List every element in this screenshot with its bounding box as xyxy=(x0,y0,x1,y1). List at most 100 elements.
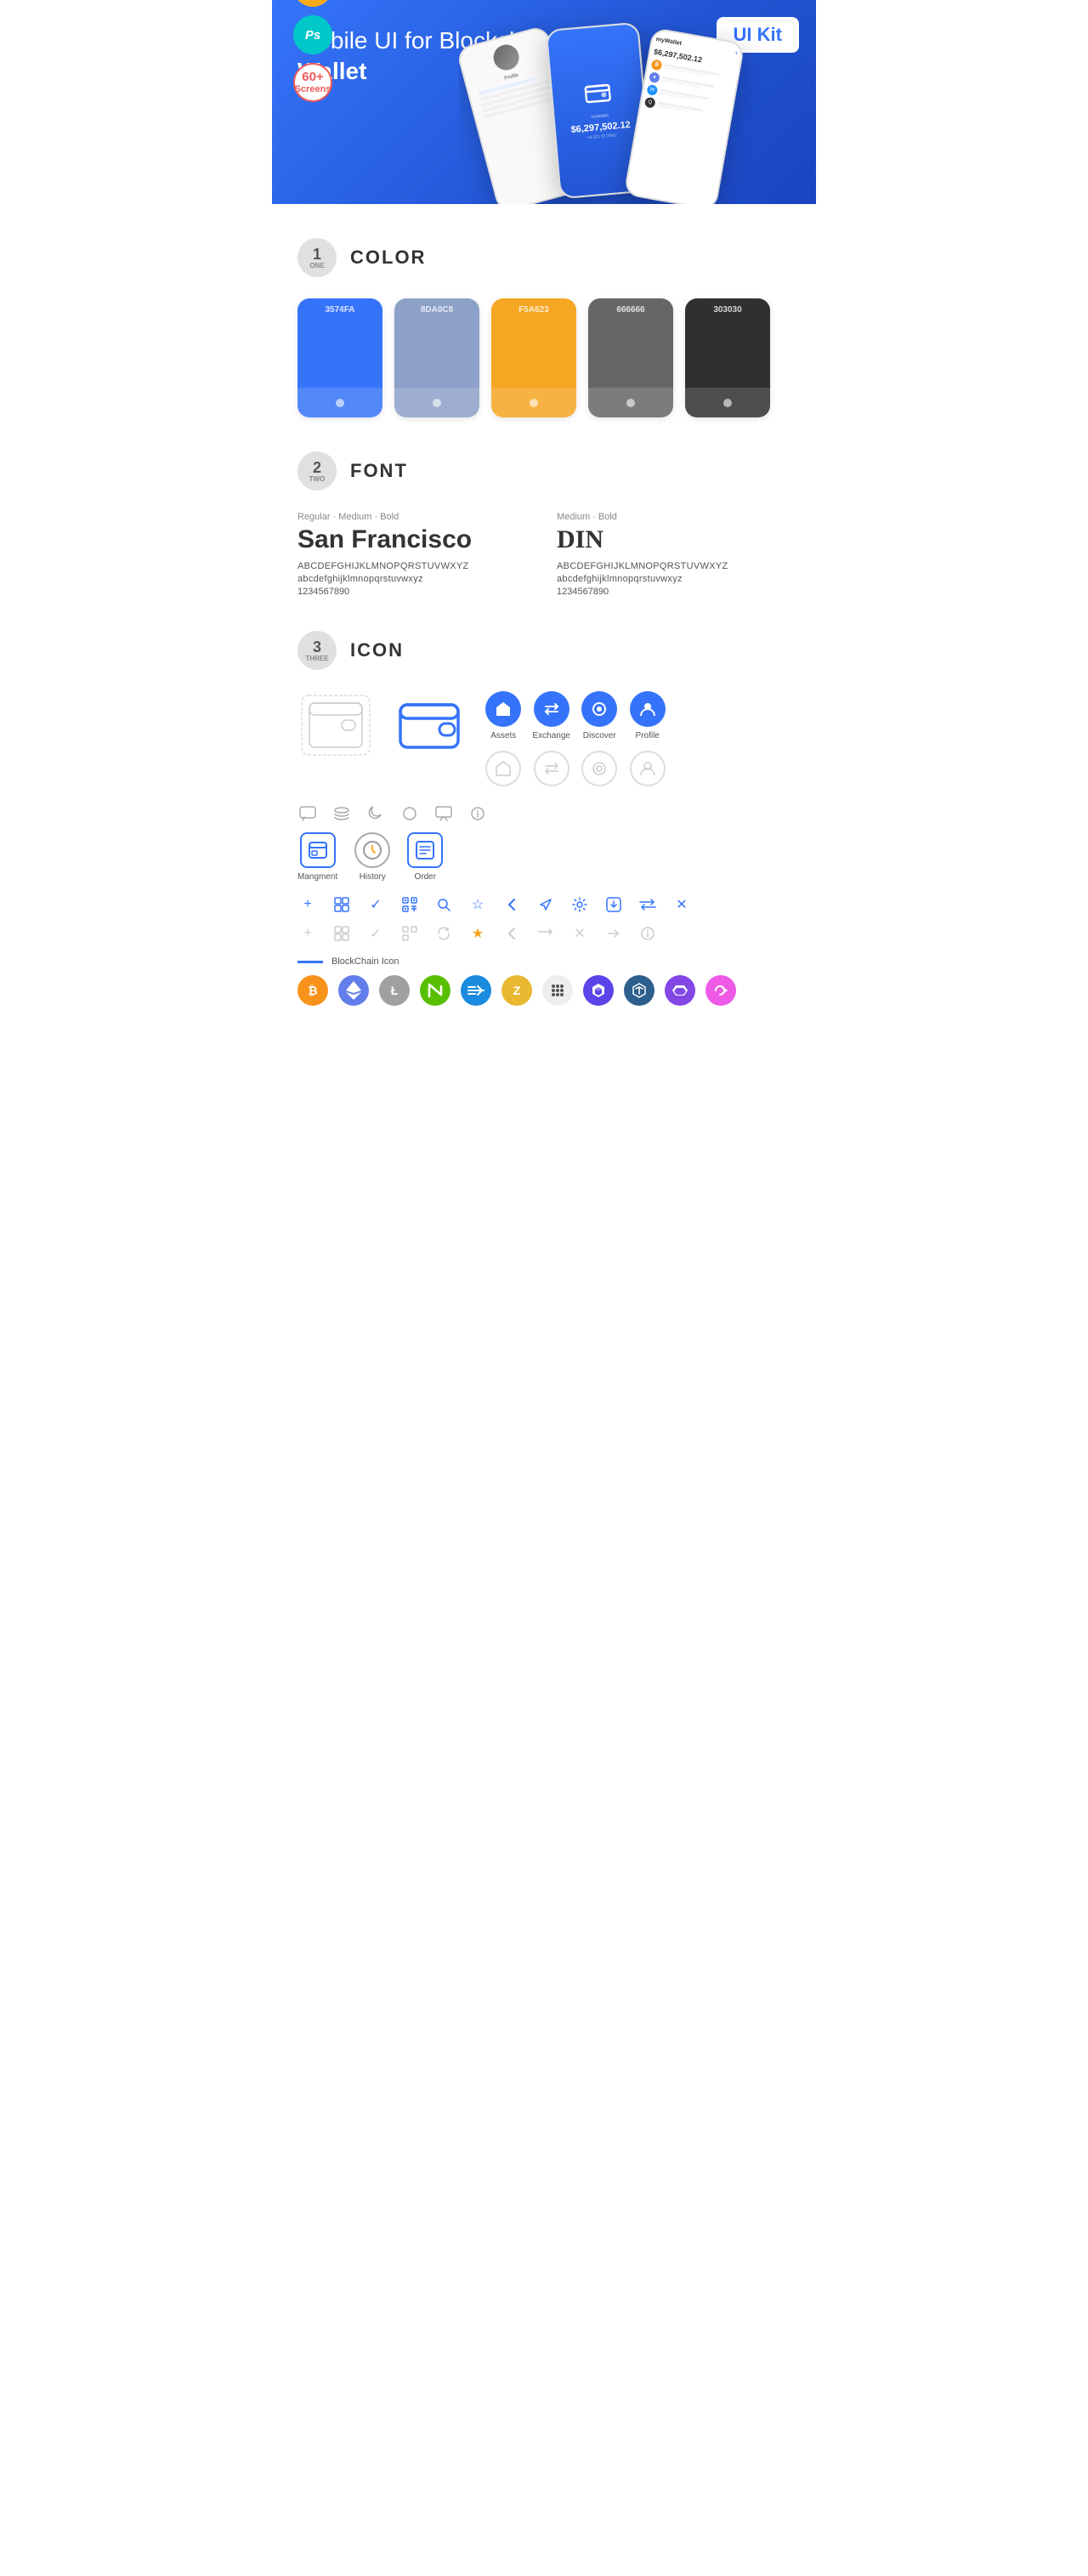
crypto-stratis xyxy=(583,975,614,1006)
grid-icon xyxy=(332,894,352,915)
qr-icon xyxy=(400,894,420,915)
icon-title: ICON xyxy=(350,639,404,661)
plus-icon: + xyxy=(298,894,318,915)
crypto-matic xyxy=(665,975,695,1006)
chat2-icon xyxy=(434,803,454,824)
small-icons-gray-row: + ✓ ★ ✕ xyxy=(298,923,790,944)
icon-section: Assets Exchange xyxy=(298,691,790,1006)
color-title: COLOR xyxy=(350,247,426,269)
info-icon xyxy=(468,803,488,824)
info-gray-icon xyxy=(638,923,658,944)
sketch-badge xyxy=(293,0,332,7)
star-icon: ☆ xyxy=(468,894,488,915)
main-content: 1 ONE COLOR 3574FA 8DA0C8 F5A623 666666 xyxy=(272,238,816,1006)
crypto-ethereum xyxy=(338,975,369,1006)
icon-section-header: 3 THREE ICON xyxy=(298,631,790,670)
section-number-2: 2 TWO xyxy=(298,451,337,491)
nav-icon-profile-outline xyxy=(628,751,666,786)
wallet-wireframe xyxy=(298,691,374,759)
settings-icon xyxy=(570,894,590,915)
plus-gray-icon: + xyxy=(298,923,318,944)
star-filled-icon: ★ xyxy=(468,923,488,944)
chat-icon xyxy=(298,803,318,824)
hero-section: Mobile UI for Blockchain Wallet UI Kit P… xyxy=(272,0,816,204)
color-section-header: 1 ONE COLOR xyxy=(298,238,790,277)
crypto-dash xyxy=(461,975,491,1006)
arrows-icon xyxy=(536,923,556,944)
layers-icon xyxy=(332,803,352,824)
phone-mockup-3: myWallet + $6,297,502.12 ₿ ♦ xyxy=(623,27,745,204)
assets-icon xyxy=(485,691,521,727)
discover-icon xyxy=(581,691,617,727)
search-icon xyxy=(434,894,454,915)
circle-icon xyxy=(400,803,420,824)
check-icon: ✓ xyxy=(366,894,386,915)
management-icon xyxy=(300,832,336,868)
profile-outline-icon xyxy=(630,751,666,786)
hero-badges: Ps 60+ Screens xyxy=(293,0,332,102)
blockchain-label-row: BlockChain Icon xyxy=(298,956,790,967)
crypto-bitcoin: ₿ xyxy=(298,975,328,1006)
download-icon xyxy=(604,894,624,915)
crypto-zcash: Z xyxy=(502,975,532,1006)
nav-icon-exchange-outline xyxy=(532,751,570,786)
nav-icon-assets: Assets xyxy=(484,691,522,740)
nav-icons-filled: Assets Exchange xyxy=(484,691,666,786)
font-section-header: 2 TWO FONT xyxy=(298,451,790,491)
mgmt-icon-order: Order xyxy=(407,832,443,882)
section-number-3: 3 THREE xyxy=(298,631,337,670)
grid-gray-icon xyxy=(332,923,352,944)
ps-badge: Ps xyxy=(293,15,332,54)
nav-icon-discover: Discover xyxy=(581,691,618,740)
swatch-dark-gray: 666666 xyxy=(588,298,673,417)
history-icon xyxy=(354,832,390,868)
exchange-outline-icon xyxy=(534,751,570,786)
font-block-sf: Regular · Medium · Bold San Francisco AB… xyxy=(298,512,531,597)
chevron-left-gray-icon xyxy=(502,923,522,944)
crypto-litecoin: Ł xyxy=(379,975,410,1006)
nav-icon-exchange: Exchange xyxy=(532,691,570,740)
order-icon xyxy=(407,832,443,868)
swatch-gray-blue: 8DA0C8 xyxy=(394,298,479,417)
crypto-icons-row: ₿ Ł Z xyxy=(298,975,790,1006)
phone-mockups: Profile myW xyxy=(459,9,816,204)
crypto-polygon xyxy=(706,975,736,1006)
share-icon xyxy=(536,894,556,915)
screens-badge: 60+ Screens xyxy=(293,63,332,102)
mgmt-icon-history: History xyxy=(354,832,390,882)
nav-icon-discover-outline xyxy=(581,751,618,786)
profile-icon xyxy=(630,691,666,727)
mgmt-icon-row: Mangment History xyxy=(298,832,790,882)
check-gray-icon: ✓ xyxy=(366,923,386,944)
wallet-icon-blue xyxy=(391,691,468,759)
chevron-left-icon xyxy=(502,894,522,915)
mgmt-icon-management: Mangment xyxy=(298,832,337,882)
x-gray-icon: ✕ xyxy=(570,923,590,944)
swatch-orange: F5A623 xyxy=(491,298,576,417)
nav-icon-profile: Profile xyxy=(628,691,666,740)
arrow-right-icon xyxy=(604,923,624,944)
font-grid: Regular · Medium · Bold San Francisco AB… xyxy=(298,512,790,597)
nav-icon-assets-outline xyxy=(484,751,522,786)
color-swatches: 3574FA 8DA0C8 F5A623 666666 303030 xyxy=(298,298,790,417)
font-title: FONT xyxy=(350,460,408,482)
refresh-icon xyxy=(434,923,454,944)
discover-outline-icon xyxy=(581,751,617,786)
section-number-1: 1 ONE xyxy=(298,238,337,277)
exchange-icon xyxy=(534,691,570,727)
swatch-blue: 3574FA xyxy=(298,298,382,417)
assets-outline-icon xyxy=(485,751,521,786)
blockchain-line xyxy=(298,961,323,963)
small-icons-blue-row: + ✓ ☆ xyxy=(298,894,790,915)
crypto-iota xyxy=(542,975,573,1006)
blockchain-label: BlockChain Icon xyxy=(332,956,400,967)
moon-icon xyxy=(366,803,386,824)
qr-gray-icon xyxy=(400,923,420,944)
crypto-aragon xyxy=(624,975,654,1006)
small-icons-row-1 xyxy=(298,803,790,824)
swatch-black: 303030 xyxy=(685,298,770,417)
crypto-neo xyxy=(420,975,450,1006)
close-icon: ✕ xyxy=(672,894,692,915)
font-block-din: Medium · Bold DIN ABCDEFGHIJKLMNOPQRSTUV… xyxy=(557,512,790,597)
swap-icon xyxy=(638,894,658,915)
